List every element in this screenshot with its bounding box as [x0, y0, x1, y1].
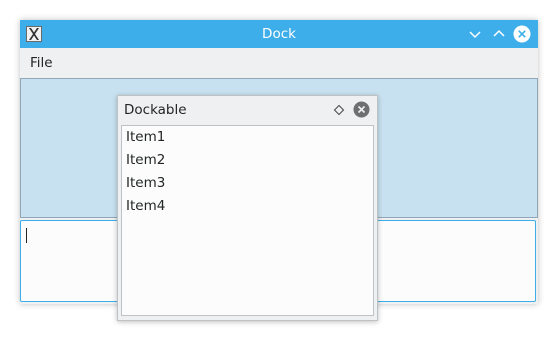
list-item[interactable]: Item3	[122, 172, 373, 195]
close-icon	[353, 101, 370, 118]
item-list[interactable]: Item1 Item2 Item3 Item4	[121, 125, 374, 316]
menu-bar: File	[20, 48, 538, 78]
minimize-button[interactable]	[466, 25, 484, 43]
dockable-panel[interactable]: Dockable Item1 Item2 Item3 Item4	[117, 95, 378, 321]
minimize-icon	[469, 31, 481, 39]
close-icon	[513, 25, 531, 43]
dockable-title: Dockable	[124, 102, 187, 118]
text-caret	[26, 228, 27, 243]
menu-file[interactable]: File	[30, 48, 53, 78]
window-title: Dock	[262, 26, 296, 42]
list-item[interactable]: Item2	[122, 149, 373, 172]
dockable-close-button[interactable]	[353, 101, 370, 118]
maximize-button[interactable]	[490, 25, 508, 43]
list-item[interactable]: Item4	[122, 195, 373, 218]
maximize-icon	[493, 29, 505, 37]
close-button[interactable]	[513, 25, 531, 43]
list-item[interactable]: Item1	[122, 126, 373, 149]
title-bar[interactable]: Dock	[20, 20, 538, 48]
float-icon	[333, 104, 345, 116]
float-button[interactable]	[332, 103, 346, 117]
